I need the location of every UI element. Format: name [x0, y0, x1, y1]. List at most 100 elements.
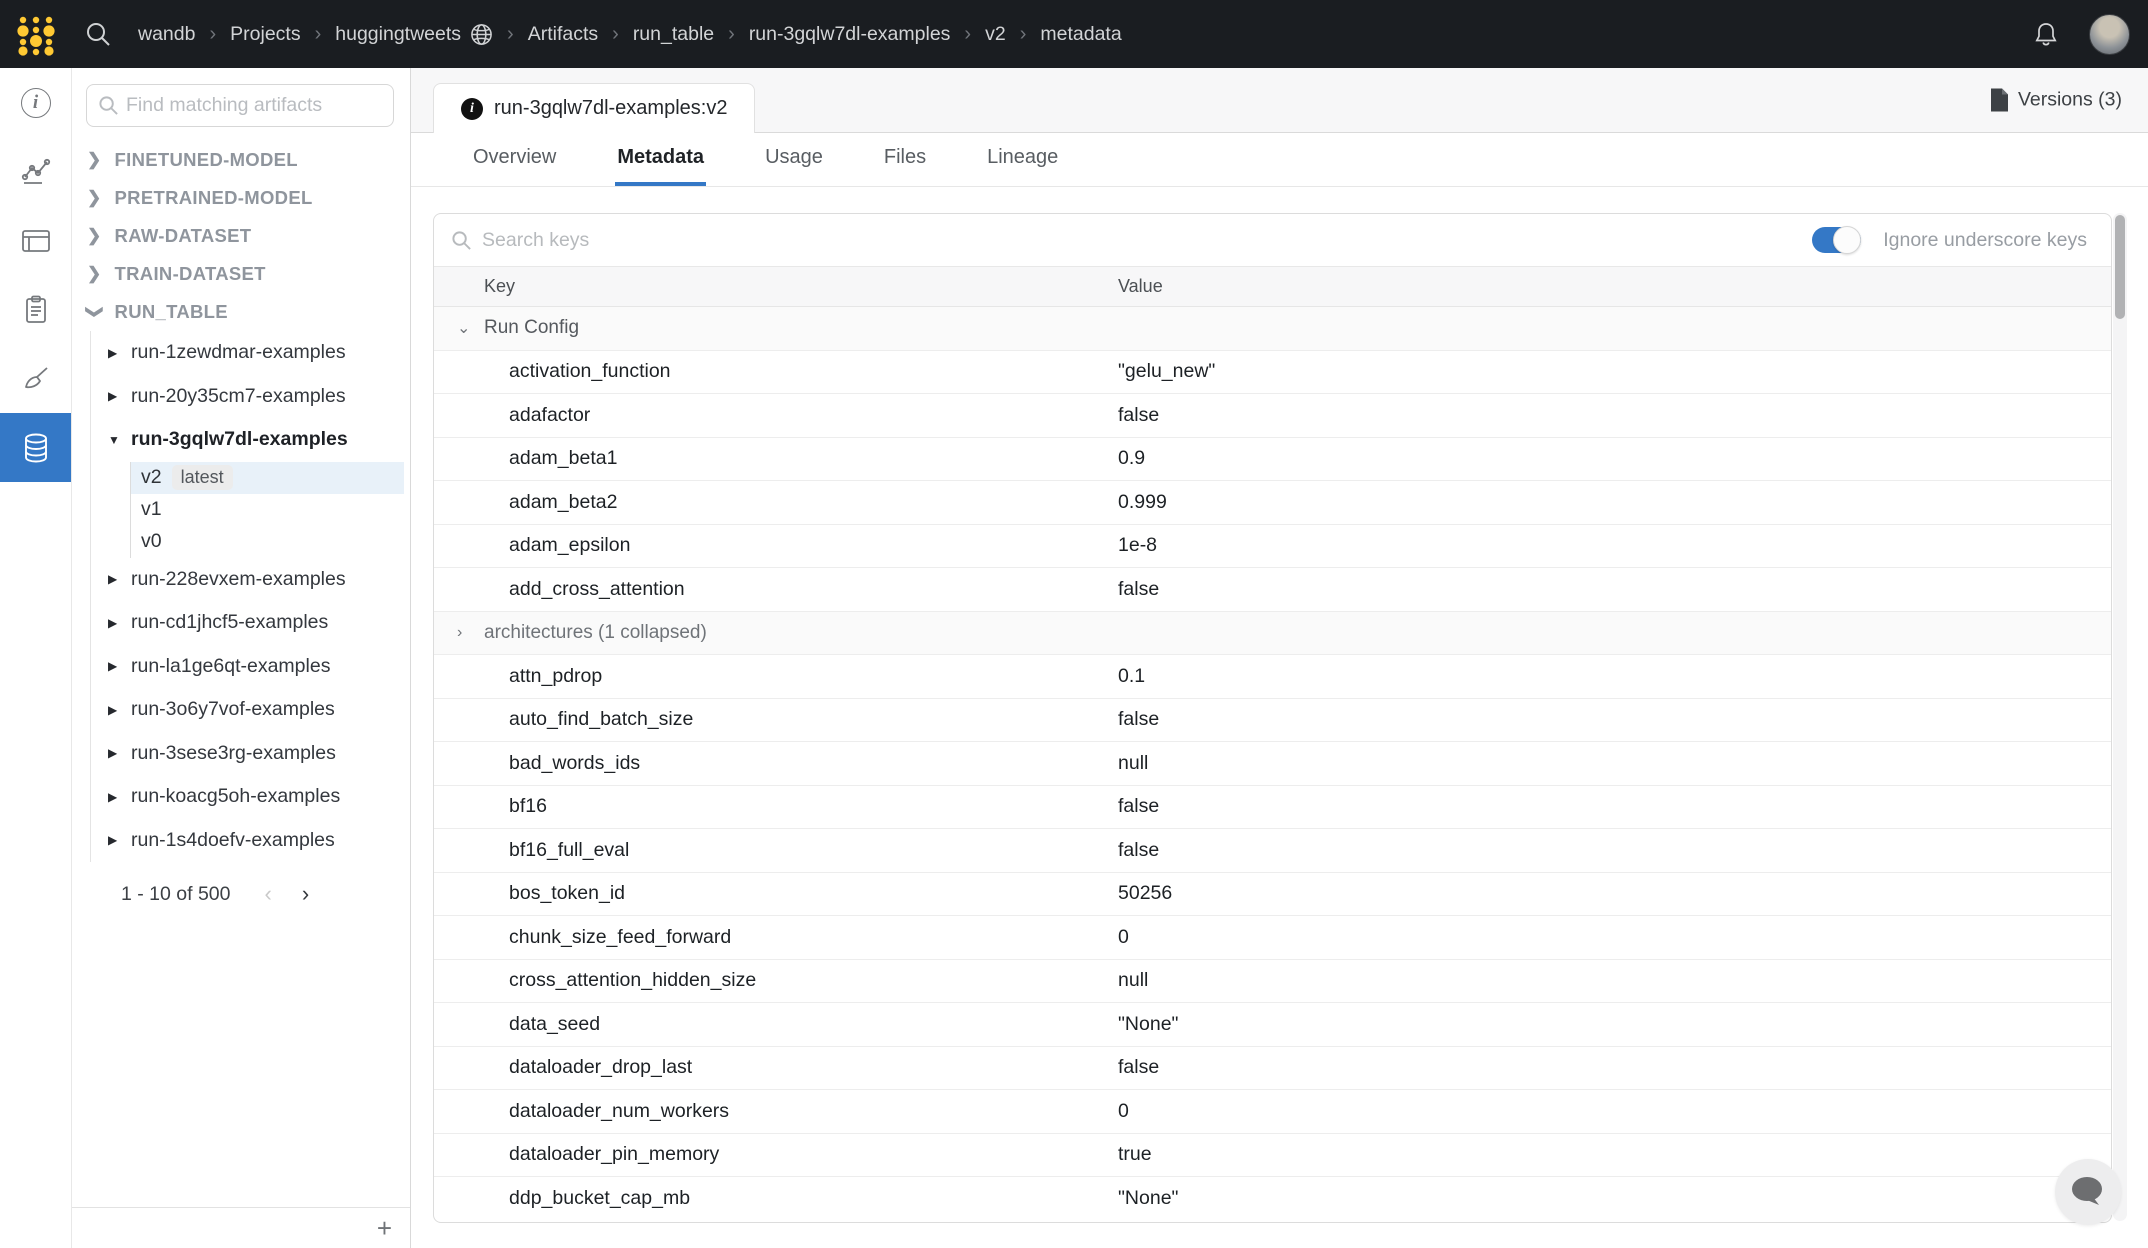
row-value: false	[1118, 404, 1159, 427]
run-label: run-1s4doefv-examples	[131, 829, 335, 852]
triangle-collapsed-icon: ▶	[108, 703, 120, 717]
triangle-collapsed-icon: ▶	[108, 659, 120, 673]
metadata-search-input[interactable]	[482, 229, 982, 252]
triangle-expanded-icon: ▼	[108, 433, 120, 447]
table-row: bf16 false	[434, 786, 2111, 830]
chevron-right-icon: ❯	[87, 150, 102, 170]
metadata-search-row: Ignore underscore keys	[434, 214, 2111, 267]
search-icon	[451, 230, 472, 251]
bell-icon[interactable]	[2031, 19, 2061, 49]
run-item[interactable]: ▶ run-1zewdmar-examples	[91, 331, 410, 375]
rail-item-info[interactable]: i	[0, 68, 71, 137]
left-icon-rail: i	[0, 68, 72, 1248]
row-value: false	[1118, 708, 1159, 731]
row-key: adam_epsilon	[509, 534, 630, 557]
breadcrumb-item[interactable]: run_table	[633, 23, 714, 46]
sidebar-item-raw-dataset[interactable]: ❯ RAW-DATASET	[72, 217, 410, 255]
row-key: bf16	[509, 795, 547, 818]
wandb-logo[interactable]	[0, 11, 72, 57]
column-header-value: Value	[1118, 276, 1163, 297]
run-label: run-20y35cm7-examples	[131, 385, 346, 408]
run-label: run-3sese3rg-examples	[131, 742, 336, 765]
run-table-children: ▶ run-1zewdmar-examples ▶ run-20y35cm7-e…	[90, 331, 410, 862]
rail-item-artifacts[interactable]	[0, 413, 71, 482]
top-navbar: wandb Projects huggingtweets Artifacts r…	[0, 0, 2148, 68]
table-row: activation_function"gelu_new"	[434, 351, 2111, 395]
tab-usage[interactable]: Usage	[763, 133, 825, 186]
tab-lineage[interactable]: Lineage	[985, 133, 1060, 186]
category-label: FINETUNED-MODEL	[115, 149, 298, 171]
group-row-architectures[interactable]: › architectures (1 collapsed)	[434, 612, 2111, 656]
run-item[interactable]: ▶ run-20y35cm7-examples	[91, 375, 410, 419]
search-icon[interactable]	[84, 20, 112, 48]
version-item-v1[interactable]: v1	[131, 494, 404, 526]
sidebar-item-pretrained-model[interactable]: ❯ PRETRAINED-MODEL	[72, 179, 410, 217]
table-row: ddp_bucket_cap_mb"None"	[434, 1177, 2111, 1221]
page-prev-button[interactable]: ‹	[265, 881, 272, 907]
page-next-button[interactable]: ›	[302, 881, 309, 907]
chat-help-button[interactable]	[2055, 1159, 2121, 1225]
artifact-tab[interactable]: i run-3gqlw7dl-examples:v2	[433, 83, 755, 133]
run-item[interactable]: ▶ run-cd1jhcf5-examples	[91, 601, 410, 645]
run-item[interactable]: ▶ run-1s4doefv-examples	[91, 819, 410, 863]
sidebar-item-train-dataset[interactable]: ❯ TRAIN-DATASET	[72, 255, 410, 293]
run-item[interactable]: ▶ run-3o6y7vof-examples	[91, 688, 410, 732]
row-value: null	[1118, 969, 1148, 992]
version-item-v2[interactable]: v2 latest	[131, 462, 404, 494]
logs-icon	[19, 293, 53, 327]
run-item[interactable]: ▶ run-228evxem-examples	[91, 558, 410, 602]
artifact-search-input[interactable]	[126, 94, 356, 117]
row-value: true	[1118, 1143, 1152, 1166]
sidebar-item-finetuned-model[interactable]: ❯ FINETUNED-MODEL	[72, 141, 410, 179]
tab-overview[interactable]: Overview	[471, 133, 558, 186]
versions-button[interactable]: Versions (3)	[1990, 89, 2122, 112]
row-key: dataloader_drop_last	[509, 1056, 692, 1079]
breadcrumb-item[interactable]: v2	[985, 23, 1006, 46]
ignore-underscore-label: Ignore underscore keys	[1883, 229, 2087, 252]
artifact-type-list: ❯ FINETUNED-MODEL ❯ PRETRAINED-MODEL ❯ R…	[72, 141, 410, 331]
wandb-logo-dots	[13, 11, 59, 57]
breadcrumb-item[interactable]: wandb	[138, 23, 195, 46]
row-value: false	[1118, 795, 1159, 818]
breadcrumb-separator	[315, 23, 322, 46]
ignore-underscore-toggle[interactable]	[1812, 227, 1861, 253]
table-row: adam_beta10.9	[434, 438, 2111, 482]
breadcrumb-item[interactable]: Artifacts	[528, 23, 598, 46]
group-row-run-config[interactable]: ⌄ Run Config	[434, 307, 2111, 351]
pagination-label: 1 - 10 of 500	[121, 883, 231, 906]
table-row: chunk_size_feed_forward0	[434, 916, 2111, 960]
rail-item-tables[interactable]	[0, 206, 71, 275]
breadcrumb: wandb Projects huggingtweets Artifacts r…	[138, 23, 1122, 46]
breadcrumb-item[interactable]: metadata	[1040, 23, 1121, 46]
rail-item-sweeps[interactable]	[0, 344, 71, 413]
table-row: dataloader_drop_lastfalse	[434, 1047, 2111, 1091]
tab-metadata[interactable]: Metadata	[615, 133, 706, 186]
tab-files[interactable]: Files	[882, 133, 928, 186]
run-item[interactable]: ▶ run-la1ge6qt-examples	[91, 645, 410, 689]
avatar[interactable]	[2089, 14, 2130, 55]
table-row: bad_words_idsnull	[434, 742, 2111, 786]
artifact-search-box[interactable]	[86, 84, 394, 127]
rail-item-logs[interactable]	[0, 275, 71, 344]
breadcrumb-item[interactable]: huggingtweets	[335, 23, 461, 46]
sidebar-item-run-table[interactable]: ❯ RUN_TABLE	[72, 293, 410, 331]
rail-item-charts[interactable]	[0, 137, 71, 206]
version-item-v0[interactable]: v0	[131, 526, 404, 558]
scrollbar-track[interactable]	[2113, 213, 2127, 1221]
row-key: activation_function	[509, 360, 671, 383]
breadcrumb-item[interactable]: Projects	[230, 23, 300, 46]
add-button[interactable]: +	[377, 1215, 392, 1241]
scrollbar-thumb[interactable]	[2115, 215, 2125, 319]
row-key: auto_find_batch_size	[509, 708, 693, 731]
chevron-down-icon: ⌄	[457, 318, 471, 338]
run-item-expanded[interactable]: ▼ run-3gqlw7dl-examples	[91, 418, 410, 462]
row-key: add_cross_attention	[509, 578, 685, 601]
run-item[interactable]: ▶ run-koacg5oh-examples	[91, 775, 410, 819]
artifact-detail-tabs: Overview Metadata Usage Files Lineage	[411, 133, 2148, 187]
row-key: dataloader_num_workers	[509, 1100, 729, 1123]
run-item[interactable]: ▶ run-3sese3rg-examples	[91, 732, 410, 776]
toggle-knob	[1833, 226, 1861, 254]
category-label: RAW-DATASET	[115, 225, 252, 247]
breadcrumb-item[interactable]: run-3gqlw7dl-examples	[749, 23, 951, 46]
row-value: 0	[1118, 926, 1129, 949]
